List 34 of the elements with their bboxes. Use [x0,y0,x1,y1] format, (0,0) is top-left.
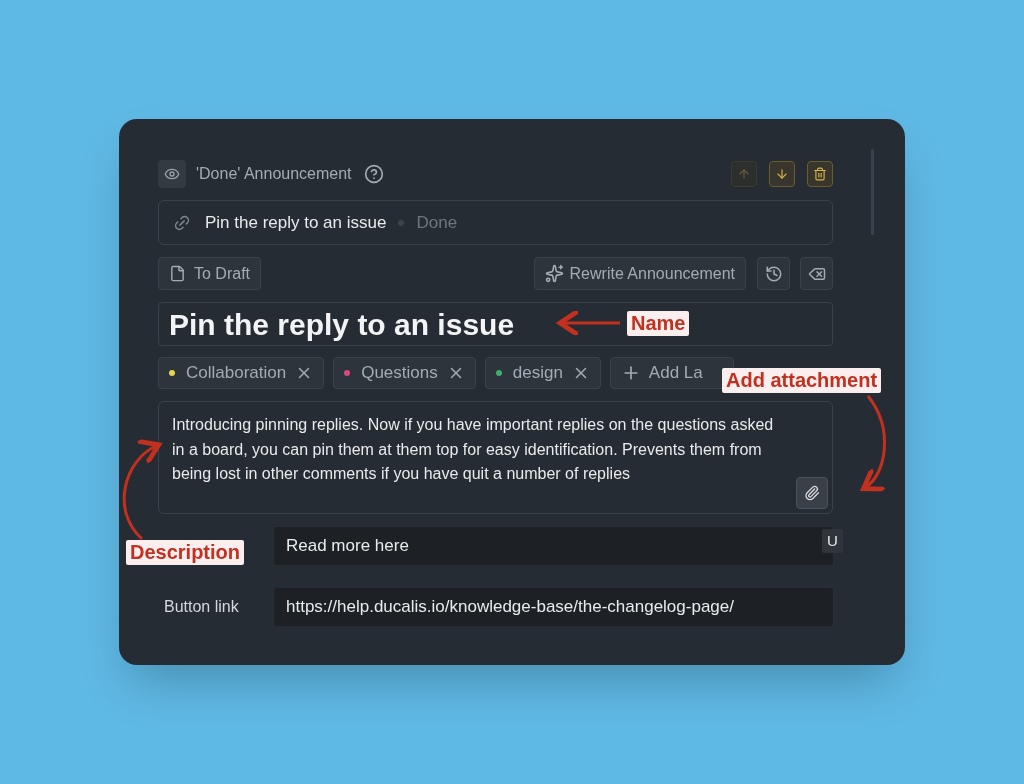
linked-issue-title: Pin the reply to an issue [205,211,387,234]
button-link-field[interactable]: https://help.ducalis.io/knowledge-base/the-changelog-page/ [274,588,833,626]
visibility-button[interactable] [158,160,186,188]
issue-status: Done [416,211,458,234]
tooltip-badge: U [822,529,843,553]
clear-button[interactable] [800,257,833,290]
label-text: Collaboration [186,362,287,385]
label-text: design [512,362,563,385]
label-chip[interactable]: Questions [333,357,476,389]
annotation-label: Add attachment [722,368,882,393]
attach-button[interactable] [796,477,828,509]
sparkle-icon [544,264,564,283]
document-icon [169,265,186,282]
move-down-button[interactable] [769,161,795,187]
help-icon[interactable] [363,164,384,184]
description-field[interactable] [158,401,833,514]
label-chip[interactable]: design [484,357,601,389]
section-title: 'Done' Announcement [196,164,352,184]
label-chip[interactable]: Collaboration [158,357,325,389]
annotation-arrow [557,308,620,338]
to-draft-button[interactable]: To Draft [158,257,261,290]
eye-icon [164,166,180,182]
rewrite-button[interactable]: Rewrite Announcement [533,257,746,290]
description-text: Introducing pinning replies. Now if you have important replies on the questions asked in a board, you can pin them at them top for easy identification. Prevents them from being lost in other comments if you have quit a number of replies [172,415,775,484]
delete-button[interactable] [807,161,833,187]
linked-issue-field[interactable]: Pin the reply to an issue Done [158,200,833,245]
annotation-label: Description [126,540,245,565]
label-text: Questions [361,362,438,385]
annotation-label: Name [627,311,690,336]
paperclip-icon [804,485,820,501]
history-icon [764,264,783,283]
history-button[interactable] [757,257,790,290]
field-label: Button link [163,597,240,617]
trash-icon [813,167,827,181]
